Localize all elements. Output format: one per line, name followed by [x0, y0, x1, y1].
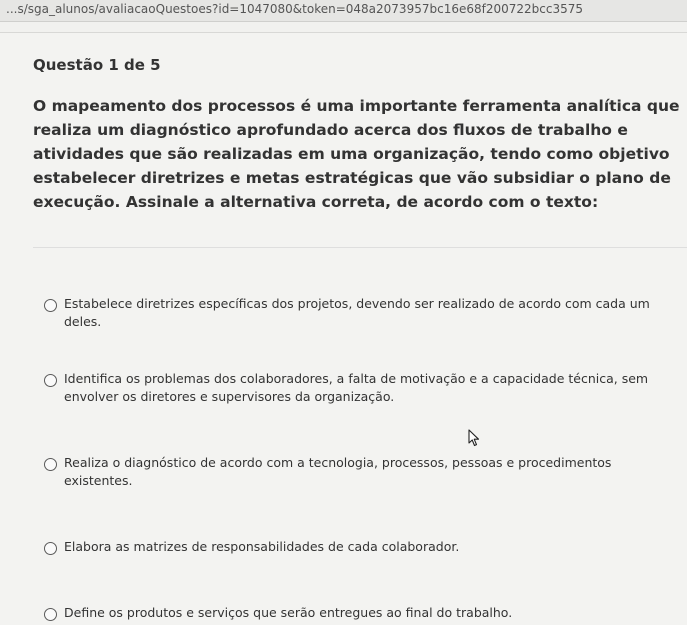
option-label: Identifica os problemas dos colaboradore… [64, 371, 649, 404]
radio-button-icon[interactable] [44, 374, 57, 387]
question-panel: Questão 1 de 5 O mapeamento dos processo… [0, 32, 687, 625]
option-label: Define os produtos e serviços que serão … [64, 605, 513, 620]
question-statement: O mapeamento dos processos é uma importa… [33, 97, 680, 211]
option-label: Estabelece diretrizes específicas dos pr… [64, 296, 650, 329]
address-bar[interactable]: ...s/sga_alunos/avaliacaoQuestoes?id=104… [0, 0, 687, 22]
option-d[interactable]: Elabora as matrizes de responsabilidades… [0, 538, 687, 556]
option-a[interactable]: Estabelece diretrizes específicas dos pr… [0, 295, 687, 331]
divider [0, 32, 687, 33]
radio-button-icon[interactable] [44, 458, 57, 471]
radio-button-icon[interactable] [44, 299, 57, 312]
option-label: Elabora as matrizes de responsabilidades… [64, 539, 460, 554]
option-b[interactable]: Identifica os problemas dos colaboradore… [0, 370, 687, 406]
divider [33, 247, 687, 248]
url-text: ...s/sga_alunos/avaliacaoQuestoes?id=104… [6, 2, 583, 16]
answer-options: Estabelece diretrizes específicas dos pr… [0, 247, 687, 622]
radio-button-icon[interactable] [44, 542, 57, 555]
question-number: Questão 1 de 5 [33, 56, 161, 74]
option-c[interactable]: Realiza o diagnóstico de acordo com a te… [0, 454, 687, 490]
option-e[interactable]: Define os produtos e serviços que serão … [0, 604, 687, 622]
radio-button-icon[interactable] [44, 608, 57, 621]
option-label: Realiza o diagnóstico de acordo com a te… [64, 455, 612, 488]
mouse-cursor-icon [468, 429, 480, 447]
